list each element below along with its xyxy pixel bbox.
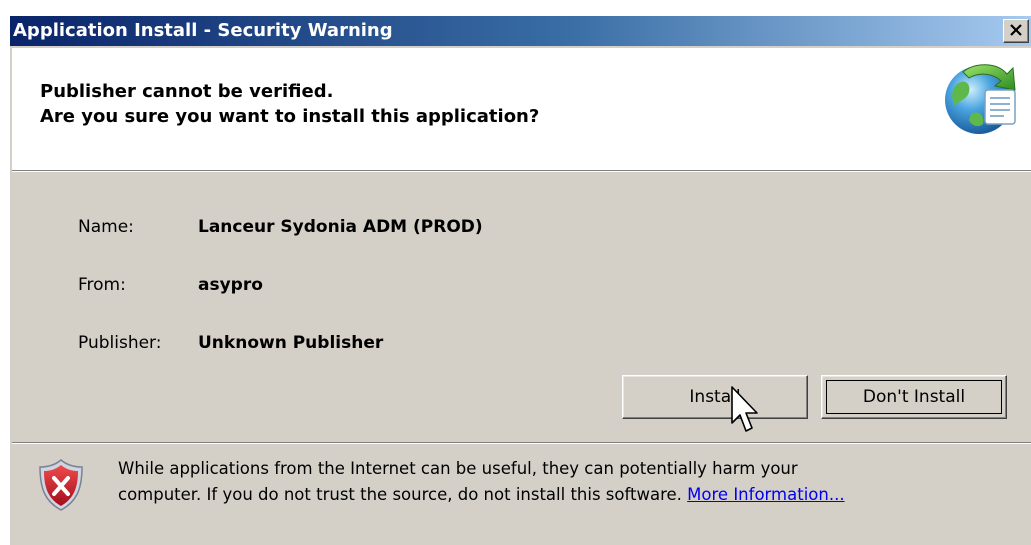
install-button[interactable]: Install <box>622 375 808 419</box>
window-left-edge <box>0 0 10 545</box>
dont-install-button[interactable]: Don't Install <box>821 375 1007 419</box>
dialog-header: Publisher cannot be verified. Are you su… <box>12 48 1031 170</box>
close-icon <box>1010 24 1022 36</box>
mouse-pointer-icon <box>731 386 758 432</box>
header-separator <box>12 170 1031 172</box>
publisher-label: Publisher: <box>78 333 162 353</box>
security-warning-dialog: Application Install - Security Warning P… <box>0 0 1031 545</box>
from-value: asypro <box>198 275 263 295</box>
globe-install-icon <box>945 64 1016 134</box>
warning-text-line1: While applications from the Internet can… <box>118 459 798 478</box>
more-information-link[interactable]: More Information... <box>687 485 844 504</box>
name-label: Name: <box>78 217 134 237</box>
from-label: From: <box>78 275 126 295</box>
dont-install-label: Don't Install <box>826 380 1002 414</box>
publisher-warning-heading: Publisher cannot be verified. <box>40 81 334 102</box>
publisher-value: Unknown Publisher <box>198 333 384 353</box>
window-title: Application Install - Security Warning <box>13 20 393 41</box>
install-question-heading: Are you sure you want to install this ap… <box>40 106 540 127</box>
footer-separator <box>12 442 1031 444</box>
name-value: Lanceur Sydonia ADM (PROD) <box>198 217 483 237</box>
window-top-edge <box>0 0 1031 16</box>
security-shield-icon <box>39 459 83 511</box>
close-button[interactable] <box>1003 19 1029 43</box>
warning-text-line2-body: computer. If you do not trust the source… <box>118 485 682 504</box>
title-bar[interactable]: Application Install - Security Warning <box>10 16 1031 46</box>
warning-text-line2: computer. If you do not trust the source… <box>118 485 845 504</box>
